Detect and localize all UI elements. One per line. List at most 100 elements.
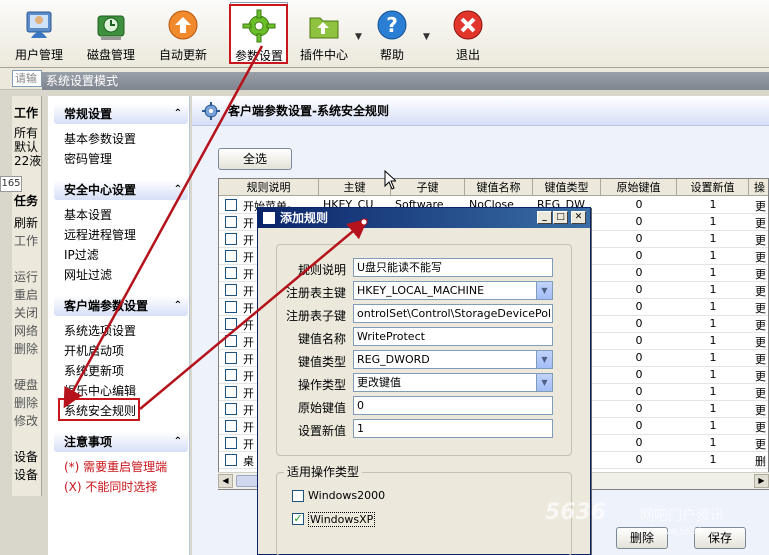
left-strip-text[interactable]: 运行 [14,268,38,285]
scroll-right-icon[interactable]: ▶ [754,474,769,488]
column-header[interactable]: 键值类型 [533,179,601,196]
plugin-dropdown-icon[interactable]: ▼ [355,32,362,42]
nav-section-general[interactable]: 常规设置 ⌃ [54,104,188,124]
left-strip-text[interactable]: 刷新 [14,214,38,231]
original-value-cell: 0 [635,436,643,449]
toolbar-exit-button[interactable]: 退出 [440,2,496,64]
row-checkbox[interactable] [225,369,237,381]
windowsxp-checkbox[interactable]: ✓ [292,513,304,525]
column-header[interactable]: 原始键值 [601,179,677,196]
nav-item-entertainment[interactable]: 娱乐中心编辑 [64,382,136,399]
rule-description-cell: 开 [243,234,254,247]
collapse-icon[interactable]: ⌃ [174,296,182,316]
field-select[interactable]: 更改键值 ▼ [353,373,553,392]
dropdown-arrow-icon[interactable]: ▼ [536,282,552,299]
row-checkbox[interactable] [225,454,237,466]
left-strip-text[interactable]: 关闭 [14,304,38,321]
field-input[interactable]: WriteProtect [353,327,553,346]
nav-item-system-options[interactable]: 系统选项设置 [64,322,136,339]
rule-description-cell: 开 [243,217,254,230]
row-checkbox[interactable] [225,318,237,330]
left-strip-text[interactable]: 删除 [14,340,38,357]
toolbar-help-button[interactable]: ? 帮助 [364,2,420,64]
field-input[interactable]: 1 [353,419,553,438]
field-input[interactable]: U盘只能读不能写 [353,258,553,277]
row-checkbox[interactable] [225,284,237,296]
collapse-icon[interactable]: ⌃ [174,180,182,200]
rule-description-cell: 开 [243,404,254,417]
minimize-icon[interactable]: _ [537,211,552,224]
original-value-cell: 0 [635,402,643,415]
row-checkbox[interactable] [225,233,237,245]
nav-section-client[interactable]: 客户端参数设置 ⌃ [54,296,188,316]
nav-item-url-filter[interactable]: 网址过滤 [64,266,112,283]
row-checkbox[interactable] [225,420,237,432]
dropdown-arrow-icon[interactable]: ▼ [536,351,552,368]
nav-item-password[interactable]: 密码管理 [64,150,112,167]
row-checkbox[interactable] [225,403,237,415]
left-strip-text[interactable]: 工作 [14,232,38,249]
nav-section-security[interactable]: 安全中心设置 ⌃ [54,180,188,200]
row-checkbox[interactable] [225,352,237,364]
nav-section-title: 注意事项 [64,435,113,449]
new-value-cell: 1 [709,453,717,466]
dropdown-arrow-icon[interactable]: ▼ [536,374,552,391]
row-checkbox[interactable] [225,335,237,347]
nav-item-system-updates[interactable]: 系统更新项 [64,362,124,379]
security-rules-highlight-box [58,398,140,421]
nav-item-basic-settings[interactable]: 基本设置 [64,206,112,223]
search-input[interactable]: 请输 [12,70,42,87]
row-checkbox[interactable] [225,216,237,228]
column-header[interactable]: 子键 [391,179,465,196]
nav-item-startup[interactable]: 开机启动项 [64,342,124,359]
toolbar-update-button[interactable]: 自动更新 [152,2,214,64]
windows2000-checkbox[interactable] [292,490,304,502]
nav-section-notes[interactable]: 注意事项 ⌃ [54,432,188,452]
rule-description-cell: 开 [243,370,254,383]
row-checkbox[interactable] [225,301,237,313]
toolbar-disk-button[interactable]: 磁盘管理 [80,2,142,64]
field-select[interactable]: REG_DWORD ▼ [353,350,553,369]
row-checkbox[interactable] [225,199,237,211]
column-header[interactable]: 主键 [319,179,391,196]
toolbar-plugin-button[interactable]: 插件中心 [294,2,354,64]
nav-item-basic-params[interactable]: 基本参数设置 [64,130,136,147]
select-all-button[interactable]: 全选 [218,148,292,170]
new-value-cell: 1 [709,283,717,296]
left-strip-text[interactable]: 硬盘 [14,376,38,393]
left-strip-text[interactable]: 设备 [14,448,38,465]
maximize-icon[interactable]: □ [553,211,568,224]
column-header[interactable]: 操 [749,179,768,196]
nav-item-ip-filter[interactable]: IP过滤 [64,246,99,263]
column-header[interactable]: 设置新值 [677,179,749,196]
toolbar-users-button[interactable]: 用户管理 [8,2,70,64]
left-strip-text[interactable]: 设备 [14,466,38,483]
field-label: 规则说明 [297,263,346,277]
left-strip-text[interactable]: 重启 [14,286,38,303]
left-strip-text[interactable]: 网络 [14,322,38,339]
count-badge: 165 [0,176,22,192]
field-label: 注册表子键 [285,309,346,323]
dialog-title-bar[interactable]: 添加规则 _ □ ✕ [258,208,590,228]
operation-cell: 更 [755,285,766,298]
field-select[interactable]: HKEY_LOCAL_MACHINE ▼ [353,281,553,300]
column-header[interactable]: 键值名称 [465,179,533,196]
new-value-cell: 1 [709,402,717,415]
field-input[interactable]: ontrolSet\Control\StorageDevicePolicies [353,304,553,323]
left-strip-text[interactable]: 修改 [14,412,38,429]
rule-description-cell: 桌 [243,455,254,468]
collapse-icon[interactable]: ⌃ [174,104,182,124]
help-dropdown-icon[interactable]: ▼ [423,32,430,42]
row-checkbox[interactable] [225,250,237,262]
row-checkbox[interactable] [225,386,237,398]
left-strip-text[interactable]: 删除 [14,394,38,411]
row-checkbox[interactable] [225,267,237,279]
close-icon[interactable]: ✕ [571,211,586,224]
row-checkbox[interactable] [225,437,237,449]
field-input[interactable]: 0 [353,396,553,415]
new-value-cell: 1 [709,249,717,262]
column-header[interactable]: 规则说明 [219,179,319,196]
collapse-icon[interactable]: ⌃ [174,432,182,452]
nav-item-remote-process[interactable]: 远程进程管理 [64,226,136,243]
scroll-left-icon[interactable]: ◀ [218,474,233,488]
